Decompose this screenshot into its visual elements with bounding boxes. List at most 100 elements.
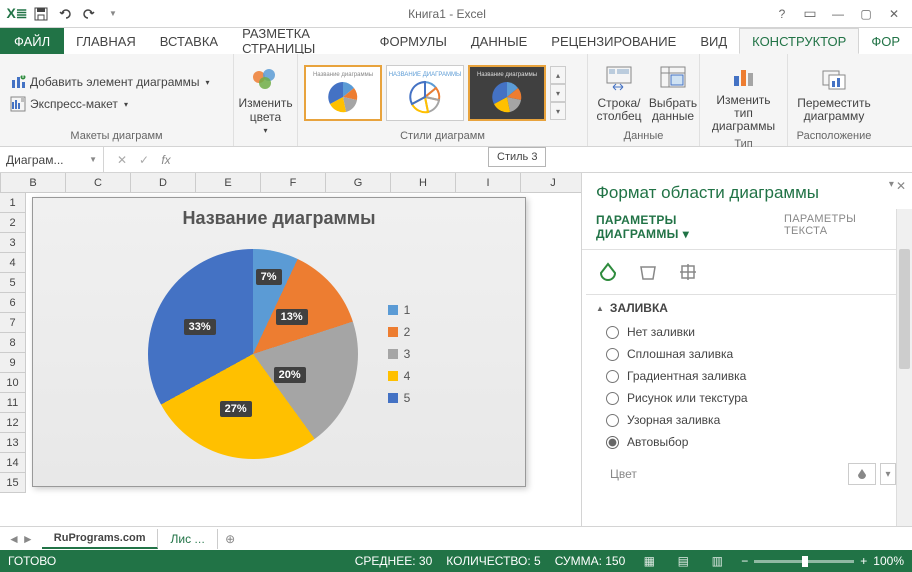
tab-view[interactable]: ВИД — [688, 28, 739, 54]
view-page-break-button[interactable]: ▥ — [707, 554, 727, 568]
close-button[interactable]: ✕ — [882, 4, 906, 24]
row-header[interactable]: 14 — [0, 453, 26, 473]
select-data-button[interactable]: Выбрать данные — [648, 61, 698, 125]
row-header[interactable]: 6 — [0, 293, 26, 313]
tab-home[interactable]: ГЛАВНАЯ — [64, 28, 148, 54]
color-picker-button[interactable]: ▾ — [848, 463, 896, 485]
zoom-out-button[interactable]: − — [741, 554, 748, 568]
add-sheet-button[interactable]: ⊕ — [218, 532, 242, 546]
sheet-nav-next[interactable]: ► — [22, 532, 34, 546]
pane-tab-parameters[interactable]: ПАРАМЕТРЫ ДИАГРАММЫ▾ — [596, 213, 766, 241]
col-header[interactable]: F — [261, 173, 326, 193]
chart-title[interactable]: Название диаграммы — [33, 198, 525, 239]
zoom-value[interactable]: 100% — [873, 554, 904, 568]
fill-option-picture[interactable]: Рисунок или текстура — [606, 391, 888, 405]
tab-chart-format[interactable]: ФОР — [859, 28, 912, 54]
sheet-tab-active[interactable]: RuPrograms.com — [42, 529, 159, 549]
row-header[interactable]: 9 — [0, 353, 26, 373]
cancel-formula-button[interactable]: ✕ — [112, 153, 132, 167]
chart-style-1[interactable]: Название диаграммы — [304, 65, 382, 121]
size-properties-icon[interactable] — [676, 260, 700, 284]
pane-options-button[interactable]: ▾ — [889, 179, 894, 193]
pie-chart[interactable]: 7% 13% 20% 27% 33% — [148, 249, 358, 459]
app-icon[interactable]: X≣ — [6, 3, 28, 25]
move-chart-button[interactable]: Переместить диаграмму — [794, 61, 874, 125]
fill-line-icon[interactable] — [596, 260, 620, 284]
worksheet[interactable]: B C D E F G H I J K 1 2 3 4 5 6 7 8 9 10… — [0, 173, 581, 526]
col-header[interactable]: I — [456, 173, 521, 193]
effects-icon[interactable] — [636, 260, 660, 284]
fill-option-gradient[interactable]: Градиентная заливка — [606, 369, 888, 383]
row-header[interactable]: 5 — [0, 273, 26, 293]
tab-insert[interactable]: ВСТАВКА — [148, 28, 230, 54]
quick-layout-button[interactable]: Экспресс-макет▾ — [6, 94, 214, 114]
fill-option-none[interactable]: Нет заливки — [606, 325, 888, 339]
fill-option-pattern[interactable]: Узорная заливка — [606, 413, 888, 427]
change-colors-button[interactable]: Изменить цвета▾ — [240, 61, 291, 136]
tab-data[interactable]: ДАННЫЕ — [459, 28, 539, 54]
tab-review[interactable]: РЕЦЕНЗИРОВАНИЕ — [539, 28, 688, 54]
chart-style-gallery: Название диаграммы НАЗВАНИЕ ДИАГРАММЫ На… — [304, 65, 566, 121]
status-sum: СУММА: 150 — [555, 554, 626, 568]
change-chart-type-button[interactable]: Изменить тип диаграммы — [706, 58, 781, 136]
zoom-control: − + 100% — [741, 554, 904, 568]
chart-style-2[interactable]: НАЗВАНИЕ ДИАГРАММЫ — [386, 65, 464, 121]
ribbon-toggle-button[interactable]: ▭ — [798, 4, 822, 24]
col-header[interactable]: J — [521, 173, 581, 193]
col-header[interactable]: E — [196, 173, 261, 193]
name-box[interactable]: Диаграм... ▼ — [0, 147, 104, 172]
view-page-layout-button[interactable]: ▤ — [673, 554, 693, 568]
row-header[interactable]: 13 — [0, 433, 26, 453]
row-header[interactable]: 11 — [0, 393, 26, 413]
qat-dropdown[interactable]: ▼ — [102, 3, 124, 25]
sheet-nav-prev[interactable]: ◄ — [8, 532, 20, 546]
tab-formulas[interactable]: ФОРМУЛЫ — [368, 28, 459, 54]
window-title: Книга1 - Excel — [130, 7, 764, 21]
row-header[interactable]: 15 — [0, 473, 26, 493]
tab-file[interactable]: ФАЙЛ — [0, 28, 64, 54]
accept-formula-button[interactable]: ✓ — [134, 153, 154, 167]
chart-style-3[interactable]: Название диаграммы — [468, 65, 546, 121]
tab-page-layout[interactable]: РАЗМЕТКА СТРАНИЦЫ — [230, 28, 368, 54]
row-header[interactable]: 2 — [0, 213, 26, 233]
pane-close-button[interactable]: ✕ — [896, 179, 906, 193]
row-header[interactable]: 1 — [0, 193, 26, 213]
row-header[interactable]: 8 — [0, 333, 26, 353]
undo-button[interactable] — [54, 3, 76, 25]
sheet-tab[interactable]: Лис … — [158, 529, 218, 549]
pane-scrollbar[interactable] — [896, 209, 912, 526]
status-bar: ГОТОВО СРЕДНЕЕ: 30 КОЛИЧЕСТВО: 5 СУММА: … — [0, 550, 912, 572]
view-normal-button[interactable]: ▦ — [639, 554, 659, 568]
zoom-slider[interactable] — [754, 560, 854, 563]
row-header[interactable]: 7 — [0, 313, 26, 333]
fill-section-header[interactable]: ▲ ЗАЛИВКА — [582, 295, 912, 321]
col-header[interactable]: H — [391, 173, 456, 193]
switch-label: Строка/ столбец — [596, 97, 641, 123]
tab-chart-design[interactable]: КОНСТРУКТОР — [739, 28, 859, 54]
zoom-in-button[interactable]: + — [860, 554, 867, 568]
insert-function-button[interactable]: fx — [156, 153, 176, 167]
fill-option-auto[interactable]: Автовыбор — [606, 435, 888, 449]
switch-row-col-button[interactable]: Строка/ столбец — [594, 61, 644, 125]
data-label-4: 27% — [220, 401, 252, 417]
fill-option-solid[interactable]: Сплошная заливка — [606, 347, 888, 361]
maximize-button[interactable]: ▢ — [854, 4, 878, 24]
switch-icon — [603, 63, 635, 95]
add-chart-element-button[interactable]: + Добавить элемент диаграммы▾ — [6, 72, 214, 92]
col-header[interactable]: B — [1, 173, 66, 193]
style-gallery-more[interactable]: ▴▾▾ — [550, 66, 566, 120]
help-button[interactable]: ? — [770, 4, 794, 24]
chart-legend[interactable]: 1 2 3 4 5 — [388, 303, 411, 405]
save-button[interactable] — [30, 3, 52, 25]
row-header[interactable]: 10 — [0, 373, 26, 393]
col-header[interactable]: D — [131, 173, 196, 193]
pane-tab-text[interactable]: ПАРАМЕТРЫ ТЕКСТА — [784, 213, 898, 241]
minimize-button[interactable]: — — [826, 4, 850, 24]
col-header[interactable]: G — [326, 173, 391, 193]
redo-button[interactable] — [78, 3, 100, 25]
col-header[interactable]: C — [66, 173, 131, 193]
row-header[interactable]: 4 — [0, 253, 26, 273]
row-header[interactable]: 12 — [0, 413, 26, 433]
row-header[interactable]: 3 — [0, 233, 26, 253]
chart-object[interactable]: Название диаграммы 7% 13% 20% 27% 33% 1 … — [32, 197, 526, 487]
